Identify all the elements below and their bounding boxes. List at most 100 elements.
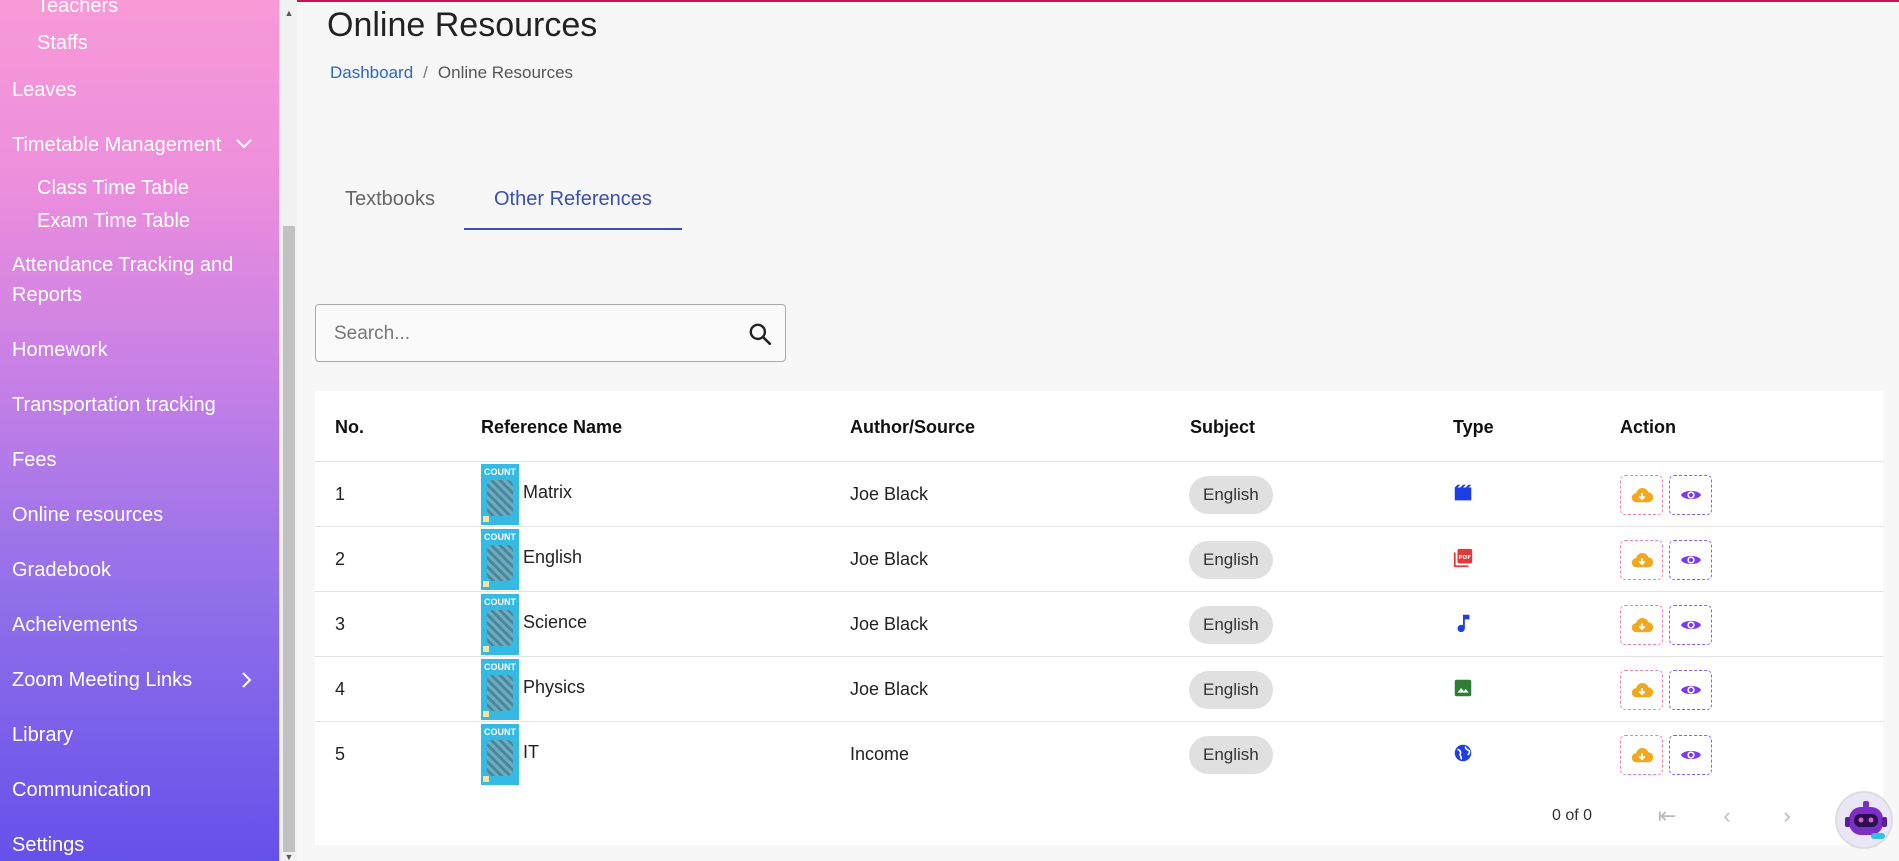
pdf-icon: PDF [1453,548,1473,568]
tab-textbooks[interactable]: Textbooks [315,180,465,230]
sidebar-item-timetable-management[interactable]: Timetable Management [12,130,267,160]
sidebar-scrollbar[interactable]: ▲ ▼ [279,0,297,861]
first-page-icon[interactable]: ⇤ [1652,801,1682,831]
sidebar-item-achievements[interactable]: Acheivements [12,610,138,640]
references-table: No. Reference Name Author/Source Subject… [315,391,1883,845]
tab-other-references[interactable]: Other References [464,180,682,230]
subject-chip: English [1189,476,1273,514]
reference-thumbnail: COUNT [481,724,519,785]
download-button[interactable] [1620,475,1663,515]
view-button[interactable] [1669,475,1712,515]
sidebar-item-transportation[interactable]: Transportation tracking [12,390,216,420]
breadcrumb-separator: / [423,63,428,82]
sidebar-item-class-time-table[interactable]: Class Time Table [37,175,189,201]
cloud-download-icon [1631,747,1653,763]
column-header-subject: Subject [1190,417,1256,437]
author-source: Joe Black [850,614,929,634]
svg-text:PDF: PDF [1459,555,1472,561]
row-number: 5 [335,744,346,764]
cloud-download-icon [1631,617,1653,633]
reference-thumbnail: COUNT [481,529,519,590]
reference-name: English [523,547,583,567]
reference-thumbnail: COUNT [481,659,519,720]
sidebar-item-label: Timetable Management [12,134,222,156]
column-header-reference-name: Reference Name [481,417,623,437]
eye-icon [1681,750,1701,760]
sidebar-item-exam-time-table[interactable]: Exam Time Table [37,208,190,234]
row-number: 2 [335,549,346,569]
page-title: Online Resources [327,6,598,44]
table-row: 2 COUNT English Joe Black English PDF [315,527,1883,592]
sidebar-item-attendance[interactable]: Attendance Tracking and Reports [12,250,233,310]
sidebar-item-library[interactable]: Library [12,720,73,750]
author-source: Income [850,744,910,764]
row-number: 4 [335,679,346,699]
chevron-right-icon [242,672,252,688]
chevron-down-icon [236,139,252,149]
sidebar: Teachers Staffs Leaves Timetable Managem… [0,0,279,861]
download-button[interactable] [1620,605,1663,645]
search-input[interactable] [334,319,714,349]
image-icon [1454,679,1472,697]
sidebar-item-communication[interactable]: Communication [12,775,151,805]
download-button[interactable] [1620,735,1663,775]
view-button[interactable] [1669,735,1712,775]
author-source: Joe Black [850,679,929,699]
column-header-type: Type [1453,417,1494,437]
column-header-no: No. [335,417,364,437]
reference-name: Matrix [523,482,572,502]
download-button[interactable] [1620,540,1663,580]
subject-chip: English [1189,541,1273,579]
sidebar-item-label: Attendance Tracking and [12,254,234,276]
previous-page-icon[interactable]: ‹ [1712,801,1742,831]
eye-icon [1681,620,1701,630]
eye-icon [1681,490,1701,500]
sidebar-item-settings[interactable]: Settings [12,830,84,860]
table-row: 3 COUNT Science Joe Black English [315,592,1883,657]
subject-chip: English [1189,671,1273,709]
breadcrumb: Dashboard / Online Resources [330,63,573,83]
sidebar-item-homework[interactable]: Homework [12,335,108,365]
view-button[interactable] [1669,540,1712,580]
search-box [315,304,786,362]
sidebar-item-label: Reports [12,284,83,306]
row-number: 1 [335,484,346,504]
reference-name: IT [523,742,539,762]
cloud-download-icon [1631,487,1653,503]
reference-name: Science [523,612,588,632]
web-icon [1454,744,1472,762]
sidebar-item-teachers[interactable]: Teachers [37,0,118,19]
breadcrumb-current: Online Resources [437,63,574,82]
breadcrumb-dashboard-link[interactable]: Dashboard [330,63,413,82]
column-header-action: Action [1620,417,1676,437]
search-icon[interactable] [747,321,773,347]
sidebar-item-gradebook[interactable]: Gradebook [12,555,111,585]
pagination-label: 0 of 0 [1552,807,1593,824]
next-page-icon[interactable]: › [1772,801,1802,831]
row-number: 3 [335,614,346,634]
scroll-up-icon[interactable]: ▲ [284,8,294,18]
audio-icon [1457,614,1470,633]
sidebar-item-zoom-meeting-links[interactable]: Zoom Meeting Links [12,665,267,695]
table-row: 5 COUNT IT Income English [315,722,1883,787]
scrollbar-thumb[interactable] [283,226,295,852]
download-button[interactable] [1620,670,1663,710]
sidebar-item-staffs[interactable]: Staffs [37,30,88,56]
author-source: Joe Black [850,484,929,504]
robot-icon [1845,801,1887,839]
chatbot-avatar-button[interactable] [1835,791,1893,849]
subject-chip: English [1189,736,1273,774]
cloud-download-icon [1631,682,1653,698]
sidebar-item-online-resources[interactable]: Online resources [12,500,163,530]
video-icon [1454,484,1472,501]
sidebar-item-fees[interactable]: Fees [12,445,56,475]
view-button[interactable] [1669,605,1712,645]
reference-name: Physics [523,677,586,697]
subject-chip: English [1189,606,1273,644]
reference-thumbnail: COUNT [481,464,519,525]
view-button[interactable] [1669,670,1712,710]
table-row: 4 COUNT Physics Joe Black English [315,657,1883,722]
sidebar-item-leaves[interactable]: Leaves [12,75,77,105]
eye-icon [1681,685,1701,695]
scroll-down-icon[interactable]: ▼ [284,852,294,861]
